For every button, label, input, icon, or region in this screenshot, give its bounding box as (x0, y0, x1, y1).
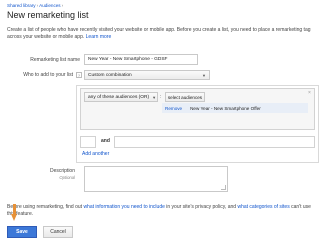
audience-name: New Year - New Smartphone Offer (190, 105, 261, 111)
warning-middle: in your site's privacy policy, and (166, 204, 237, 210)
pointer-arrow-icon-stem (12, 204, 16, 214)
who-to-add-dropdown[interactable]: Custom combination ▼ (84, 70, 210, 80)
breadcrumb-separator: › (36, 3, 39, 8)
remove-audience-link[interactable]: Remove (165, 106, 182, 111)
cancel-button[interactable]: Cancel (43, 226, 73, 238)
breadcrumb-shared-library[interactable]: Shared library (7, 3, 36, 8)
chevron-down-icon: ▼ (202, 72, 206, 78)
list-name-label: Remarketing list name (30, 57, 80, 63)
intro-body: Create a list of people who have recentl… (7, 27, 311, 40)
who-to-add-value: Custom combination (88, 72, 132, 78)
description-optional: Optional (59, 175, 75, 180)
selected-audience-row: Remove New Year - New Smartphone Offer (162, 103, 308, 113)
and-input-right[interactable] (114, 136, 315, 148)
description-textarea[interactable] (84, 166, 228, 192)
save-button[interactable]: Save (7, 226, 37, 238)
rule-operator-value: any of these audiences (OR) (88, 94, 150, 100)
resize-handle[interactable] (221, 185, 226, 190)
page-title: New remarketing list (7, 10, 89, 20)
who-to-add-label: Who to add to your list (23, 72, 73, 78)
operator-separator: : (160, 94, 162, 100)
and-input-left[interactable] (80, 136, 96, 148)
privacy-warning: Before using remarketing, find out what … (7, 204, 313, 218)
list-name-input[interactable]: New Year - New Smartphone - GDSF (84, 54, 198, 65)
warning-before: Before using remarketing, find out (7, 204, 83, 210)
add-another-link[interactable]: Add another (82, 151, 109, 157)
close-icon[interactable]: × (308, 90, 311, 96)
pointer-arrow-icon (11, 214, 17, 221)
breadcrumb-separator-end: › (61, 3, 64, 8)
site-categories-link[interactable]: what categories of sites (237, 204, 289, 210)
rule-operator-dropdown[interactable]: any of these audiences (OR) ▼ (84, 92, 158, 102)
info-requirements-link[interactable]: what information you need to include (83, 204, 164, 210)
intro-text: Create a list of people who have recentl… (7, 27, 313, 41)
and-label: and (101, 138, 110, 144)
learn-more-link[interactable]: Learn more (86, 34, 112, 40)
help-icon[interactable]: ? (76, 72, 82, 78)
description-label: Description (49, 168, 75, 174)
breadcrumb: Shared library›Audiences› (7, 3, 64, 8)
breadcrumb-audiences[interactable]: Audiences (39, 3, 60, 8)
select-audiences-button[interactable]: select audiences (165, 92, 205, 102)
chevron-down-icon: ▼ (152, 94, 157, 100)
